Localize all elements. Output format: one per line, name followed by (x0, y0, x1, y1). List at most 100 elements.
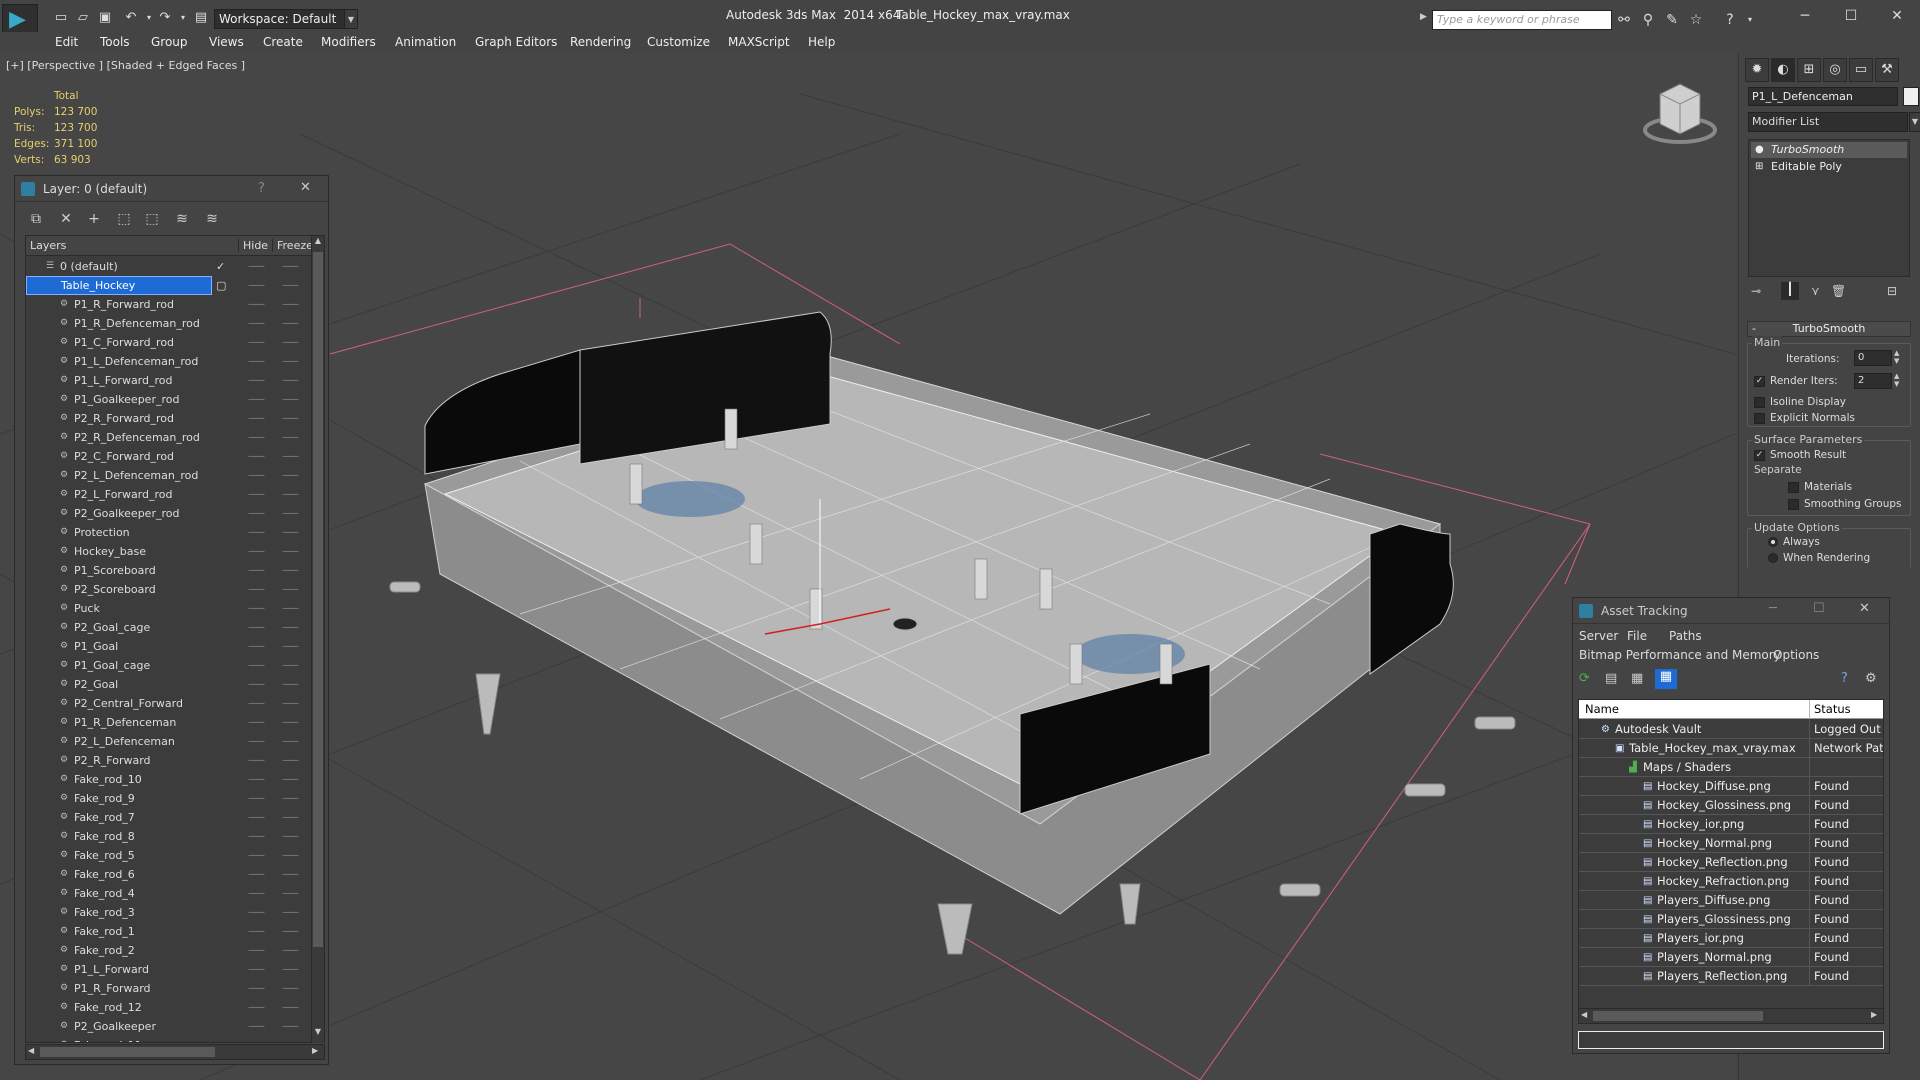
modifier-list-dropdown[interactable]: Modifier List (1748, 112, 1908, 132)
turbosmooth-rollout-header[interactable]: - TurboSmooth (1747, 321, 1911, 337)
render-iters-spinner[interactable]: 2 (1854, 373, 1892, 389)
delete-layer-icon[interactable]: ✕ (55, 208, 77, 230)
layer-row[interactable]: ⚙ P1_R_Defenceman —— —— (26, 713, 311, 732)
asset-row[interactable]: ▤ Hockey_Refraction.png Found (1579, 872, 1883, 891)
hide-toggle[interactable]: —— (248, 1036, 265, 1042)
asset-row[interactable]: ▤ Players_Diffuse.png Found (1579, 891, 1883, 910)
modify-tab-icon[interactable]: ◐ (1771, 58, 1795, 82)
menu-paths[interactable]: Paths (1669, 629, 1702, 643)
layer-list-scrollbar[interactable]: ▲ ▼ (311, 236, 324, 1043)
freeze-toggle[interactable]: —— (282, 846, 299, 865)
layer-list-hscrollbar[interactable]: ◀ ▶ (25, 1044, 325, 1060)
menu-rendering[interactable]: Rendering (570, 35, 631, 49)
layer-row[interactable]: ⚙ P2_L_Defenceman_rod —— —— (26, 466, 311, 485)
layer-row[interactable]: ⚙ P1_Goal —— —— (26, 637, 311, 656)
render-iters-checkbox[interactable]: ✓ Render Iters: (1754, 375, 1838, 387)
hide-toggle[interactable]: —— (248, 409, 265, 428)
hide-toggle[interactable]: —— (248, 979, 265, 998)
hide-toggle[interactable]: —— (248, 789, 265, 808)
column-freeze[interactable]: Freeze (272, 239, 313, 252)
hide-toggle[interactable]: —— (248, 542, 265, 561)
menu-server[interactable]: Server (1579, 629, 1618, 643)
layer-row[interactable]: ⚙ Fake_rod_6 —— —— (26, 865, 311, 884)
hide-toggle[interactable]: —— (248, 960, 265, 979)
explicit-normals-checkbox[interactable]: Explicit Normals (1754, 412, 1855, 424)
freeze-toggle[interactable]: —— (282, 998, 299, 1017)
maximize-button[interactable]: ☐ (1828, 4, 1874, 28)
menu-help[interactable]: Help (808, 35, 835, 49)
hide-toggle[interactable]: —— (248, 694, 265, 713)
layer-row[interactable]: ⚙ P2_Scoreboard —— —— (26, 580, 311, 599)
freeze-toggle[interactable]: —— (282, 694, 299, 713)
freeze-toggle[interactable]: —— (282, 656, 299, 675)
hide-toggle[interactable]: —— (248, 884, 265, 903)
freeze-toggle[interactable]: —— (282, 808, 299, 827)
freeze-toggle[interactable]: —— (282, 941, 299, 960)
menu-customize[interactable]: Customize (647, 35, 710, 49)
hide-toggle[interactable]: —— (248, 333, 265, 352)
freeze-toggle[interactable]: —— (282, 618, 299, 637)
active-layer-check-icon[interactable]: ✓ (216, 257, 225, 276)
asset-row[interactable]: ▤ Players_ior.png Found (1579, 929, 1883, 948)
layer-list[interactable]: Layers Hide Freeze ☰ 0 (default) ✓ —— ——☰ Tab… (25, 235, 325, 1043)
freeze-toggle[interactable]: —— (282, 1017, 299, 1036)
layer-row[interactable]: ⚙ P1_C_Forward_rod —— —— (26, 333, 311, 352)
layer-row[interactable]: ⚙ Puck —— —— (26, 599, 311, 618)
asset-table[interactable]: Name Status ⚙ Autodesk Vault Logged Out ..… (1578, 699, 1884, 1009)
freeze-toggle[interactable]: —— (282, 542, 299, 561)
hide-toggle[interactable]: —— (248, 485, 265, 504)
hide-toggle[interactable]: —— (248, 276, 265, 295)
menu-animation[interactable]: Animation (395, 35, 456, 49)
hide-all-icon[interactable]: ≋ (171, 208, 193, 230)
freeze-toggle[interactable]: —— (282, 333, 299, 352)
hide-toggle[interactable]: —— (248, 713, 265, 732)
freeze-toggle[interactable]: —— (282, 371, 299, 390)
hide-toggle[interactable]: —— (248, 390, 265, 409)
show-end-result-icon[interactable]: ┃ (1781, 282, 1799, 300)
close-button[interactable]: ✕ (1874, 4, 1920, 28)
freeze-toggle[interactable]: —— (282, 352, 299, 371)
close-button[interactable]: ✕ (1859, 601, 1870, 616)
freeze-toggle[interactable]: —— (282, 713, 299, 732)
layer-row[interactable]: ⚙ P2_R_Forward —— —— (26, 751, 311, 770)
workspace-dropdown[interactable]: Workspace: Default (214, 9, 358, 29)
scrollbar-thumb[interactable] (40, 1047, 215, 1057)
hide-toggle[interactable]: —— (248, 751, 265, 770)
stack-item-turbosmooth[interactable]: ● TurboSmooth (1751, 142, 1907, 158)
layer-row[interactable]: ⚙ Fake_rod_10 —— —— (26, 770, 311, 789)
layer-row[interactable]: ⚙ P1_L_Defenceman_rod —— —— (26, 352, 311, 371)
maximize-button[interactable]: ☐ (1813, 601, 1825, 616)
layer-row[interactable]: ⚙ P1_R_Forward —— —— (26, 979, 311, 998)
hide-toggle[interactable]: —— (248, 599, 265, 618)
asset-row[interactable]: ▟ Maps / Shaders (1579, 758, 1883, 777)
configure-sets-icon[interactable]: ⊟ (1887, 284, 1897, 298)
asset-row[interactable]: ▤ Players_Normal.png Found (1579, 948, 1883, 967)
layer-row[interactable]: ⚙ P1_Scoreboard —— —— (26, 561, 311, 580)
layer-row[interactable]: ⚙ Fake_rod_3 —— —— (26, 903, 311, 922)
layer-row[interactable]: ⚙ Fake_rod_2 —— —— (26, 941, 311, 960)
scroll-down-icon[interactable]: ▼ (312, 1027, 324, 1041)
hide-toggle[interactable]: —— (248, 295, 265, 314)
hide-toggle[interactable]: —— (248, 447, 265, 466)
freeze-toggle[interactable]: —— (282, 409, 299, 428)
materials-checkbox[interactable]: Materials (1788, 481, 1852, 493)
freeze-toggle[interactable]: —— (282, 1036, 299, 1042)
scroll-up-icon[interactable]: ▲ (312, 236, 324, 250)
layer-row[interactable]: ⚙ P1_Goalkeeper_rod —— —— (26, 390, 311, 409)
layer-row[interactable]: ☰Table_Hockey▢———— (26, 276, 311, 295)
smoothing-groups-checkbox[interactable]: Smoothing Groups (1788, 498, 1902, 510)
pin-stack-icon[interactable]: ⊸ (1751, 284, 1761, 298)
hide-toggle[interactable]: —— (248, 561, 265, 580)
layer-row[interactable]: ⚙ P1_R_Defenceman_rod —— —— (26, 314, 311, 333)
menu-graph-editors[interactable]: Graph Editors (475, 35, 557, 49)
freeze-toggle[interactable]: —— (282, 257, 299, 276)
scroll-right-icon[interactable]: ▶ (312, 1046, 318, 1055)
project-folder-icon[interactable]: ▤ (192, 9, 210, 27)
layer-row[interactable]: ⚙ P1_Goal_cage —— —— (26, 656, 311, 675)
minimize-button[interactable]: ─ (1782, 4, 1828, 28)
freeze-toggle[interactable]: —— (282, 979, 299, 998)
menu-create[interactable]: Create (263, 35, 303, 49)
hide-toggle[interactable]: —— (248, 580, 265, 599)
freeze-toggle[interactable]: —— (282, 485, 299, 504)
undo-icon[interactable]: ↶ (122, 9, 140, 27)
